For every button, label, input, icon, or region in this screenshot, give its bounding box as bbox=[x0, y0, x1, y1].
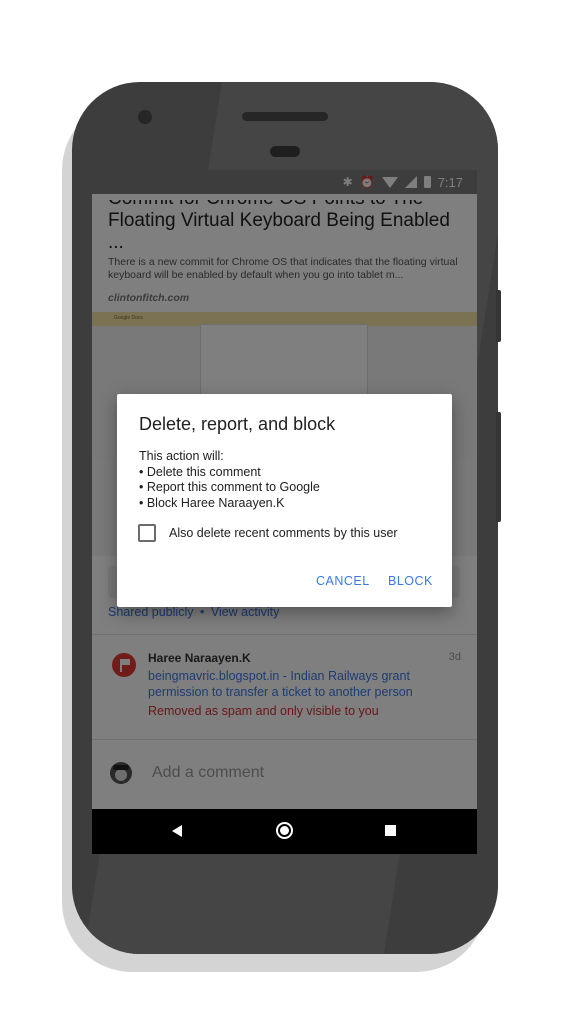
navigation-bar bbox=[92, 809, 477, 854]
front-camera bbox=[138, 110, 152, 124]
dialog-bullet: • Report this comment to Google bbox=[139, 480, 320, 494]
power-button bbox=[496, 290, 501, 342]
dialog-intro: This action will: bbox=[139, 449, 224, 463]
earpiece bbox=[242, 112, 328, 121]
dialog-bullet: • Delete this comment bbox=[139, 464, 261, 479]
stage: ✱ ⏰ 7:17 Commit for Chrome OS Points to … bbox=[0, 0, 569, 1024]
volume-rocker bbox=[496, 412, 501, 522]
delete-report-block-dialog: Delete, report, and block This action wi… bbox=[117, 394, 452, 607]
cancel-button[interactable]: CANCEL bbox=[316, 574, 370, 588]
delete-recent-checkbox[interactable] bbox=[138, 524, 156, 542]
recents-icon[interactable] bbox=[385, 825, 396, 836]
back-icon[interactable] bbox=[172, 825, 182, 837]
dialog-title: Delete, report, and block bbox=[139, 414, 336, 434]
proximity-sensor bbox=[270, 146, 300, 157]
dialog-body: This action will: • Delete this comment … bbox=[139, 449, 320, 511]
screen: ✱ ⏰ 7:17 Commit for Chrome OS Points to … bbox=[92, 170, 477, 854]
delete-recent-checkbox-label[interactable]: Also delete recent comments by this user bbox=[169, 526, 398, 540]
block-button[interactable]: BLOCK bbox=[388, 574, 433, 588]
home-icon[interactable] bbox=[276, 822, 293, 839]
dialog-bullet: • Block Haree Naraayen.K bbox=[139, 495, 285, 510]
